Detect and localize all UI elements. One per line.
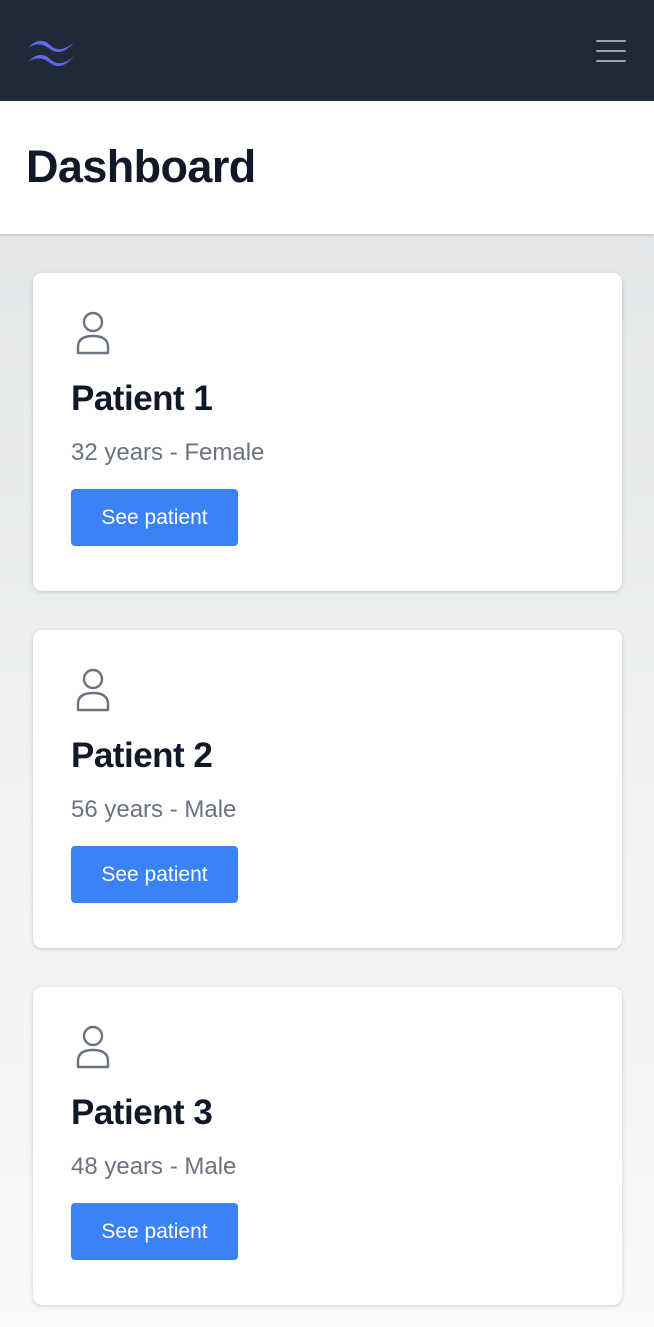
patient-card: Patient 2 56 years - Male See patient <box>33 630 622 948</box>
user-icon <box>76 668 110 712</box>
page-header: Dashboard <box>0 101 654 234</box>
see-patient-button[interactable]: See patient <box>71 1203 238 1260</box>
user-icon <box>76 1025 110 1069</box>
patient-name: Patient 3 <box>71 1093 213 1132</box>
hamburger-menu-icon[interactable] <box>596 39 626 62</box>
top-navbar <box>0 0 654 101</box>
patient-details: 56 years - Male <box>71 796 237 823</box>
patient-card: Patient 3 48 years - Male See patient <box>33 987 622 1305</box>
patient-list: Patient 1 32 years - Female See patient … <box>0 234 654 1305</box>
patient-details: 32 years - Female <box>71 439 265 466</box>
patient-card: Patient 1 32 years - Female See patient <box>33 273 622 591</box>
menu-bar-line <box>596 49 626 52</box>
wave-logo-icon <box>28 40 74 66</box>
menu-bar-line <box>596 39 626 42</box>
patient-name: Patient 2 <box>71 736 213 775</box>
see-patient-button[interactable]: See patient <box>71 846 238 903</box>
user-icon <box>76 311 110 355</box>
patient-details: 48 years - Male <box>71 1153 237 1180</box>
patient-name: Patient 1 <box>71 379 213 418</box>
see-patient-button[interactable]: See patient <box>71 489 238 546</box>
home-logo-link[interactable] <box>26 35 76 67</box>
menu-bar-line <box>596 59 626 62</box>
page-title: Dashboard <box>26 140 256 192</box>
